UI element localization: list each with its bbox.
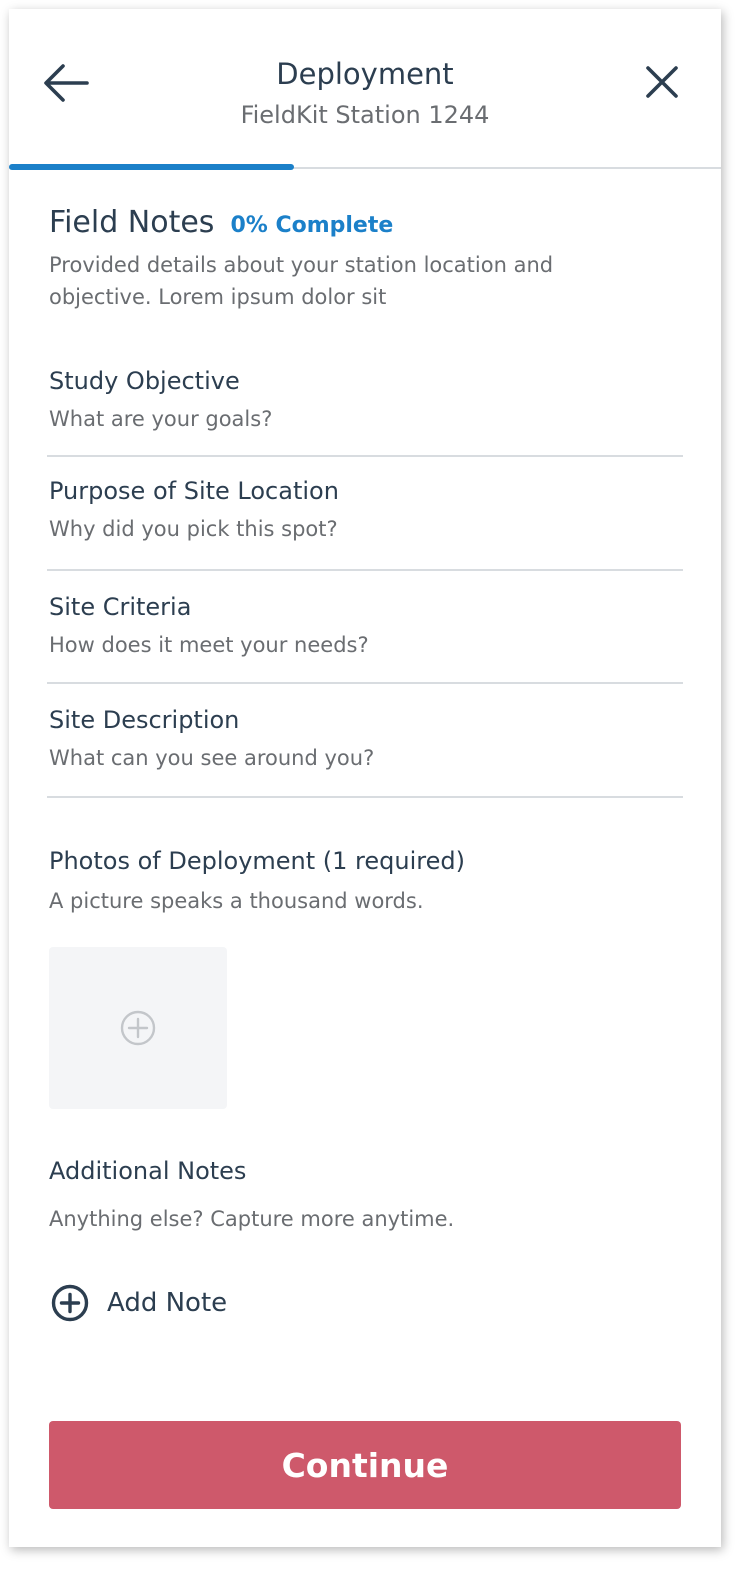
photos-label: Photos of Deployment (1 required) bbox=[49, 847, 465, 875]
header: Deployment FieldKit Station 1244 bbox=[9, 9, 721, 167]
field-label: Site Description bbox=[49, 706, 240, 734]
continue-button[interactable]: Continue bbox=[49, 1421, 681, 1509]
station-name: FieldKit Station 1244 bbox=[240, 101, 490, 129]
field-hint: How does it meet your needs? bbox=[49, 633, 369, 657]
field-hint: What are your goals? bbox=[49, 407, 273, 431]
field-purpose-of-site-location[interactable]: Purpose of Site Location Why did you pic… bbox=[47, 455, 683, 571]
section-description: Provided details about your station loca… bbox=[49, 253, 554, 309]
deployment-card: Deployment FieldKit Station 1244 Field N… bbox=[9, 9, 721, 1547]
additional-notes-hint: Anything else? Capture more anytime. bbox=[49, 1207, 455, 1231]
field-site-criteria[interactable]: Site Criteria How does it meet your need… bbox=[47, 571, 683, 684]
field-study-objective[interactable]: Study Objective What are your goals? bbox=[47, 355, 683, 457]
plus-circle-icon bbox=[120, 1010, 156, 1046]
close-button[interactable] bbox=[637, 59, 687, 107]
page-title: Deployment bbox=[276, 57, 454, 91]
plus-circle-icon bbox=[51, 1284, 89, 1322]
completion-status: 0% Complete bbox=[230, 213, 394, 238]
field-hint: Why did you pick this spot? bbox=[49, 517, 338, 541]
field-site-description[interactable]: Site Description What can you see around… bbox=[47, 684, 683, 798]
section-title: Field Notes bbox=[49, 205, 215, 240]
additional-notes-label: Additional Notes bbox=[49, 1157, 247, 1185]
progress-bar bbox=[9, 164, 294, 170]
close-icon bbox=[646, 66, 678, 98]
field-label: Purpose of Site Location bbox=[49, 477, 339, 505]
add-note-label: Add Note bbox=[107, 1288, 228, 1318]
section-header: Field Notes 0% Complete bbox=[49, 205, 393, 240]
add-photo-button[interactable] bbox=[49, 947, 227, 1109]
field-label: Study Objective bbox=[49, 367, 240, 395]
field-hint: What can you see around you? bbox=[49, 746, 375, 770]
photos-hint: A picture speaks a thousand words. bbox=[49, 889, 424, 913]
field-label: Site Criteria bbox=[49, 593, 192, 621]
add-note-button[interactable]: Add Note bbox=[51, 1283, 227, 1323]
